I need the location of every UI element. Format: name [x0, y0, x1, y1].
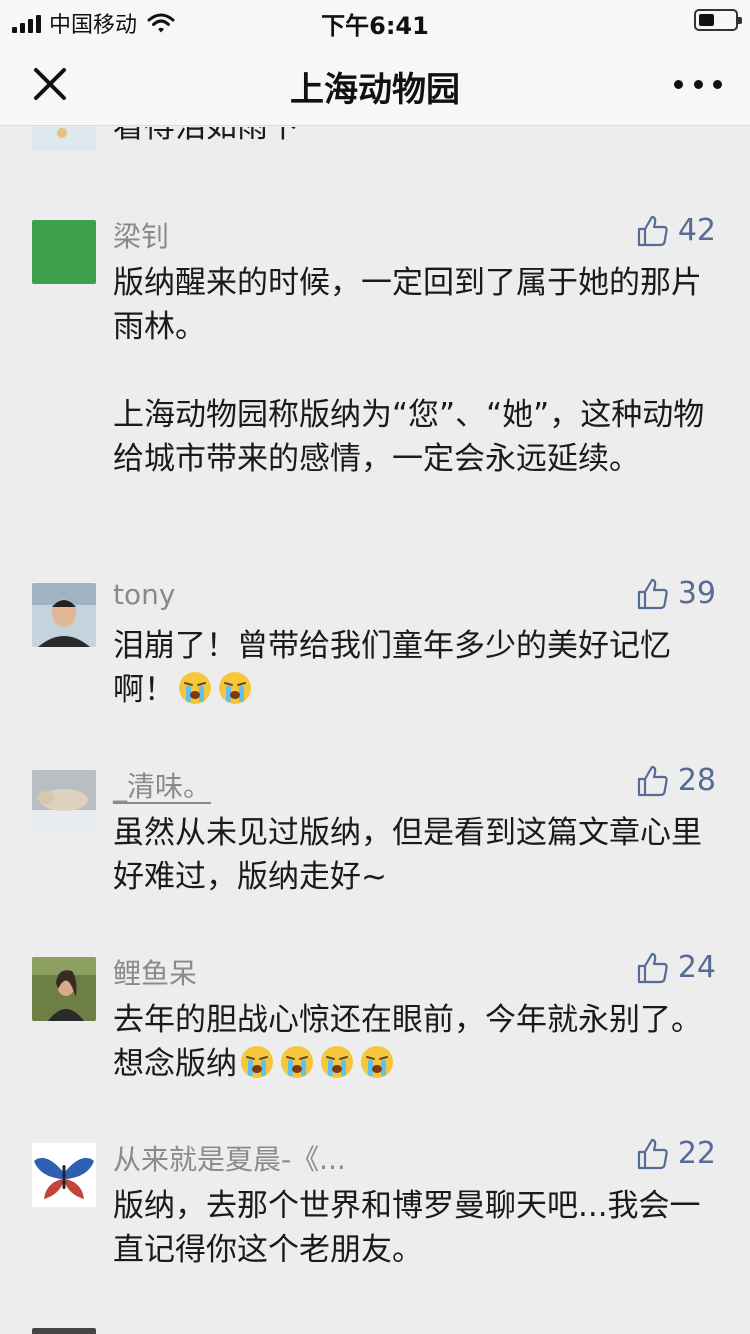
- emoji-row: [237, 1046, 397, 1082]
- commenter-name[interactable]: 从来就是夏晨-《...: [113, 1138, 346, 1178]
- more-dot-icon: [674, 79, 683, 89]
- like-count: 22: [677, 1136, 716, 1171]
- like-count: 28: [677, 763, 716, 798]
- commenter-name[interactable]: 梁钊: [113, 215, 169, 255]
- battery-level: [699, 14, 715, 26]
- thumbs-up-icon: [637, 765, 668, 796]
- battery-icon: [694, 9, 742, 31]
- thumbs-up-icon: [637, 578, 668, 609]
- more-dot-icon: [713, 79, 722, 89]
- more-dot-icon: [693, 79, 703, 89]
- commenter-name[interactable]: _清味。: [113, 765, 211, 805]
- avatar[interactable]: [32, 770, 96, 834]
- nav-bar: 上海动物园: [0, 42, 750, 126]
- comment-text: 版纳醒来的时候，一定回到了属于她的那片雨林。 上海动物园称版纳为“您”、“她”，…: [113, 265, 705, 477]
- comment-text-content: 去年的胆战心惊还在眼前，今年就永别了。想念版纳: [113, 1002, 702, 1082]
- like-button[interactable]: 28: [636, 763, 716, 798]
- comment-text: 去年的胆战心惊还在眼前，今年就永别了。想念版纳: [113, 998, 713, 1086]
- comment-text: 泪崩了！曾带给我们童年多少的美好记忆啊！: [113, 624, 713, 712]
- like-count: 42: [677, 213, 716, 248]
- crying-emoji-icon: [281, 1046, 313, 1078]
- avatar[interactable]: [32, 127, 96, 151]
- like-count: 39: [677, 576, 716, 611]
- crying-emoji-icon: [241, 1046, 273, 1078]
- like-button[interactable]: 39: [636, 576, 716, 611]
- avatar[interactable]: [32, 583, 96, 647]
- comment-list[interactable]: 看得泪如雨下 梁钊 42 版纳醒来的时候，一定回到了属于她的那片雨林。 上海动物…: [0, 127, 750, 1334]
- avatar[interactable]: [32, 1328, 96, 1334]
- like-button[interactable]: 22: [636, 1136, 716, 1171]
- like-button[interactable]: 42: [636, 213, 716, 248]
- like-count: 24: [677, 950, 716, 985]
- like-button[interactable]: 24: [636, 950, 716, 985]
- crying-emoji-icon: [179, 672, 211, 704]
- clock: 下午6:41: [321, 12, 429, 40]
- thumbs-up-icon: [637, 215, 668, 246]
- commenter-name[interactable]: 鲤鱼呆: [113, 952, 197, 992]
- crying-emoji-icon: [361, 1046, 393, 1078]
- comment-text: 版纳，去那个世界和博罗曼聊天吧...我会一直记得你这个老朋友。: [113, 1188, 701, 1268]
- avatar[interactable]: [32, 957, 96, 1021]
- crying-emoji-icon: [321, 1046, 353, 1078]
- avatar[interactable]: [32, 220, 96, 284]
- commenter-name[interactable]: tony: [113, 578, 175, 611]
- crying-emoji-icon: [219, 672, 251, 704]
- page-title: 上海动物园: [290, 70, 460, 110]
- thumbs-up-icon: [637, 952, 668, 983]
- status-bar: 中国移动 下午6:41: [0, 0, 750, 42]
- emoji-row: [175, 672, 255, 708]
- avatar[interactable]: [32, 1143, 96, 1207]
- thumbs-up-icon: [637, 1138, 668, 1169]
- more-options-button[interactable]: [674, 66, 722, 102]
- comment-text: 看得泪如雨下: [113, 127, 299, 145]
- comment-text: 虽然从未见过版纳，但是看到这篇文章心里好难过，版纳走好~: [113, 815, 702, 895]
